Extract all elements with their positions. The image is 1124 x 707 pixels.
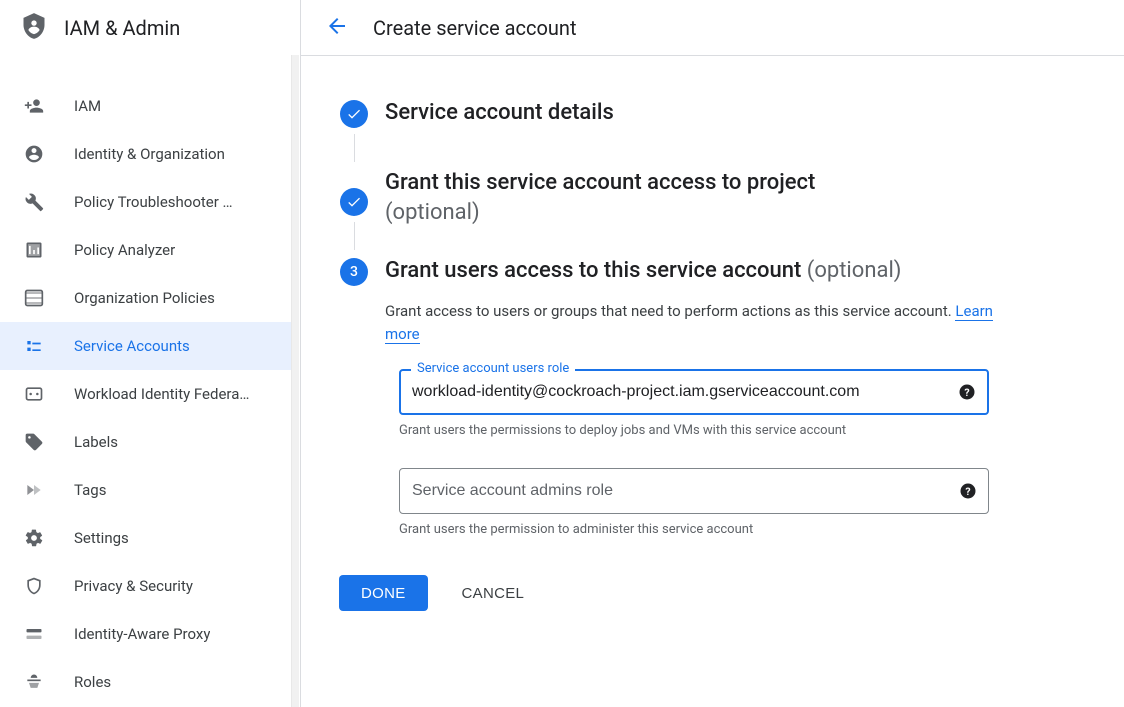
nav-item-policy-troubleshooter[interactable]: Policy Troubleshooter … <box>0 178 299 226</box>
step-3-title: Grant users access to this service accou… <box>385 256 1100 286</box>
shield-outline-icon <box>24 576 44 596</box>
nav-item-service-accounts[interactable]: Service Accounts <box>0 322 299 370</box>
users-role-field-group: Service account users role ? <box>399 369 989 415</box>
nav-item-label: IAM <box>74 97 101 115</box>
nav-item-label: Organization Policies <box>74 289 215 307</box>
main-content: Create service account Service account d… <box>300 0 1124 707</box>
users-role-field[interactable]: Service account users role ? <box>399 369 989 415</box>
bookmark-icon <box>24 480 44 500</box>
step-1[interactable]: Service account details <box>339 98 1100 168</box>
account-circle-icon <box>24 144 44 164</box>
done-button[interactable]: DONE <box>339 575 428 611</box>
nav-item-identity[interactable]: Identity & Organization <box>0 130 299 178</box>
nav-item-label: Policy Analyzer <box>74 241 175 259</box>
nav-item-label: Policy Troubleshooter … <box>74 193 233 211</box>
nav-item-label: Service Accounts <box>74 337 190 355</box>
page-title: Create service account <box>373 16 577 40</box>
tag-icon <box>24 432 44 452</box>
admins-role-field-group: ? <box>399 468 989 514</box>
nav-item-roles[interactable]: Roles <box>0 658 299 706</box>
admins-role-input[interactable] <box>412 482 944 500</box>
nav-item-label: Tags <box>74 481 106 499</box>
nav-item-iap[interactable]: Identity-Aware Proxy <box>0 610 299 658</box>
step-3-description: Grant access to users or groups that nee… <box>385 300 1005 345</box>
svg-text:?: ? <box>964 386 969 399</box>
admins-role-field[interactable]: ? <box>399 468 989 514</box>
roles-icon <box>24 672 44 692</box>
nav-item-tags[interactable]: Tags <box>0 466 299 514</box>
gear-icon <box>24 528 44 548</box>
step-complete-icon <box>340 188 368 216</box>
cancel-button[interactable]: CANCEL <box>440 575 547 611</box>
back-arrow-icon[interactable] <box>325 14 349 42</box>
step-3-number-badge: 3 <box>340 258 368 286</box>
shield-icon <box>20 12 48 44</box>
nav-item-label: Settings <box>74 529 129 547</box>
nav-item-label: Roles <box>74 673 111 691</box>
help-icon[interactable]: ? <box>957 382 977 402</box>
nav-item-label: Identity-Aware Proxy <box>74 625 210 643</box>
product-title: IAM & Admin <box>64 16 180 40</box>
nav-item-settings[interactable]: Settings <box>0 514 299 562</box>
nav-item-label: Workload Identity Federat… <box>74 385 254 403</box>
sidebar-scrollbar[interactable] <box>291 55 299 707</box>
users-role-hint: Grant users the permissions to deploy jo… <box>399 423 989 438</box>
step-3: 3 Grant users access to this service acc… <box>339 256 1100 547</box>
nav-item-label: Identity & Organization <box>74 145 225 163</box>
sidebar-header: IAM & Admin <box>0 0 299 56</box>
analyzer-icon <box>24 240 44 260</box>
button-row: DONE CANCEL <box>339 575 1100 611</box>
nav-item-privacy[interactable]: Privacy & Security <box>0 562 299 610</box>
step-1-title: Service account details <box>385 98 1100 128</box>
nav-list: IAM Identity & Organization Policy Troub… <box>0 56 299 706</box>
users-role-floating-label: Service account users role <box>411 361 575 376</box>
nav-item-label: Privacy & Security <box>74 577 193 595</box>
wrench-icon <box>24 192 44 212</box>
sidebar: IAM & Admin IAM Identity & Organization … <box>0 0 300 707</box>
proxy-icon <box>24 624 44 644</box>
stepper: Service account details Grant this servi… <box>301 56 1124 707</box>
admins-role-hint: Grant users the permission to administer… <box>399 522 989 537</box>
nav-item-iam[interactable]: IAM <box>0 82 299 130</box>
service-account-icon <box>24 336 44 356</box>
nav-item-label: Labels <box>74 433 118 451</box>
nav-item-org-policies[interactable]: Organization Policies <box>0 274 299 322</box>
list-icon <box>24 288 44 308</box>
federation-icon <box>24 384 44 404</box>
nav-item-workload-identity[interactable]: Workload Identity Federat… <box>0 370 299 418</box>
step-2[interactable]: Grant this service account access to pro… <box>339 168 1100 256</box>
svg-text:?: ? <box>965 485 970 498</box>
step-2-title: Grant this service account access to pro… <box>385 168 1100 228</box>
person-add-icon <box>24 96 44 116</box>
users-role-input[interactable] <box>412 383 944 401</box>
nav-item-labels[interactable]: Labels <box>0 418 299 466</box>
nav-item-policy-analyzer[interactable]: Policy Analyzer <box>0 226 299 274</box>
main-header: Create service account <box>301 0 1124 56</box>
step-complete-icon <box>340 100 368 128</box>
help-icon[interactable]: ? <box>958 481 978 501</box>
